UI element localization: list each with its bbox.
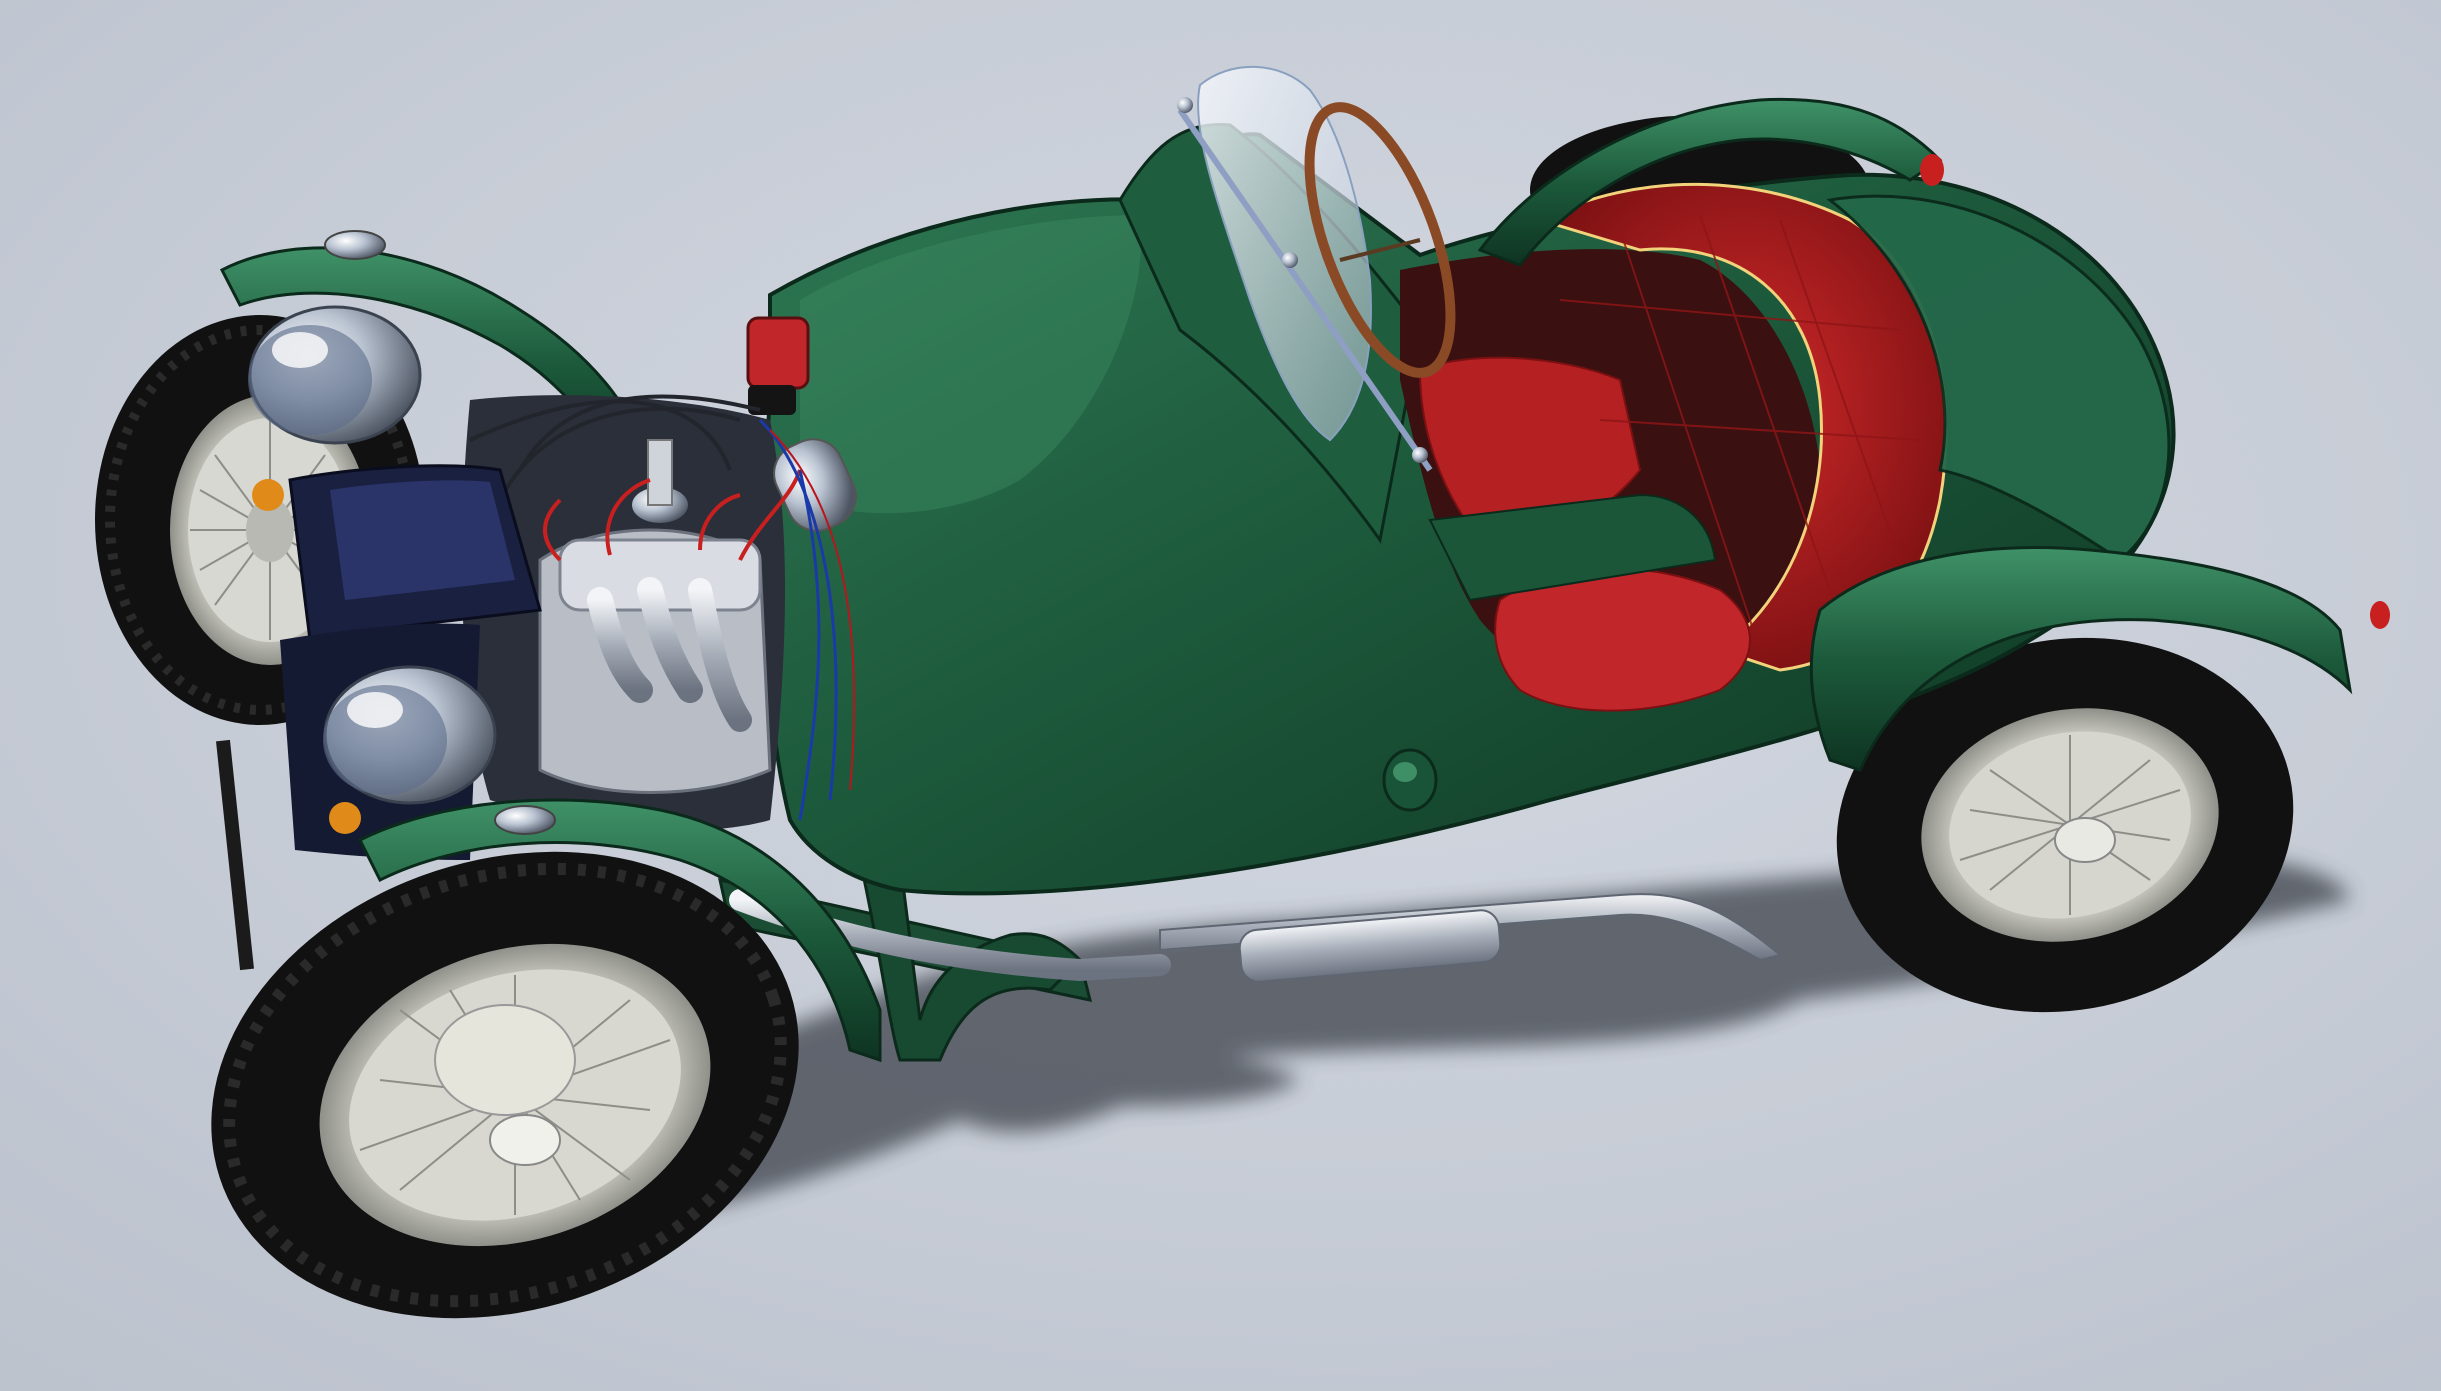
indicator-near <box>329 802 361 834</box>
fuel-filler-cap <box>1382 748 1438 812</box>
fender-lamp-far <box>324 230 386 260</box>
roadster-render-scene <box>0 0 2441 1391</box>
rear-far-taillight <box>1920 154 1944 186</box>
headlight-near <box>323 665 497 805</box>
rear-near-taillight <box>2370 601 2390 629</box>
fender-lamp-near <box>494 805 556 835</box>
headlight-far <box>248 305 422 445</box>
indicator-far <box>252 479 284 511</box>
